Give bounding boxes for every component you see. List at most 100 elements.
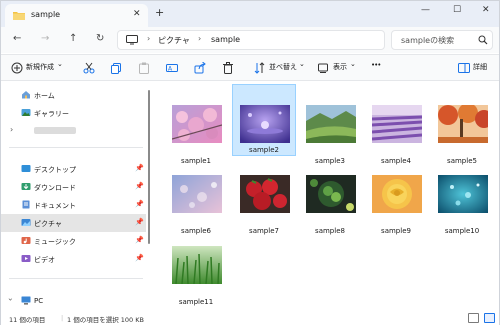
file-name: sample3 bbox=[315, 157, 345, 165]
sidebar-item-onedrive[interactable]: › bbox=[1, 122, 146, 140]
file-name: sample6 bbox=[181, 227, 211, 235]
copy-icon[interactable] bbox=[110, 62, 122, 74]
divider bbox=[9, 278, 143, 279]
details-pane-icon bbox=[458, 63, 470, 73]
large-icons-view-button[interactable] bbox=[484, 313, 495, 323]
sidebar-item-documents[interactable]: ドキュメント 📌 bbox=[1, 196, 146, 214]
file-item-sample9[interactable]: sample9 bbox=[364, 167, 428, 239]
sidebar-scrollbar[interactable] bbox=[148, 90, 150, 244]
cut-icon[interactable] bbox=[83, 62, 95, 74]
file-name: sample11 bbox=[178, 298, 214, 306]
thumbnail-image bbox=[372, 175, 422, 213]
file-item-sample11[interactable]: sample11 bbox=[164, 238, 228, 310]
desktop-folder-icon bbox=[21, 165, 31, 172]
thumbnail-image bbox=[306, 175, 356, 213]
up-button[interactable]: ↑ bbox=[69, 33, 77, 44]
breadcrumb-sample[interactable]: sample bbox=[211, 35, 240, 44]
sidebar-item-label: PC bbox=[34, 297, 44, 305]
sidebar-item-desktop[interactable]: デスクトップ 📌 bbox=[1, 160, 146, 178]
minimize-button[interactable]: — bbox=[421, 5, 430, 15]
rename-icon[interactable]: A bbox=[166, 62, 178, 74]
monitor-icon bbox=[126, 35, 138, 45]
new-button[interactable]: 新規作成 bbox=[26, 62, 54, 72]
navigation-bar: ← → ↑ ↻ › ピクチャ › sample sampleの検索 bbox=[1, 27, 499, 53]
folder-icon bbox=[13, 12, 25, 20]
file-item-sample6[interactable]: sample6 bbox=[164, 167, 228, 239]
file-item-sample5[interactable]: sample5 bbox=[430, 97, 494, 169]
thumbnail-image bbox=[240, 105, 290, 143]
refresh-button[interactable]: ↻ bbox=[96, 33, 104, 44]
file-name: sample4 bbox=[381, 157, 411, 165]
view-button[interactable]: 表示 bbox=[333, 62, 347, 72]
search-box[interactable]: sampleの検索 bbox=[391, 30, 493, 50]
blurred-account-label bbox=[34, 127, 76, 134]
chevron-right-icon[interactable]: › bbox=[10, 125, 13, 134]
item-count: 11 個の項目 bbox=[9, 316, 46, 324]
file-explorer-window: sample ✕ + — ☐ ✕ ← → ↑ ↻ › ピクチャ › sample… bbox=[0, 0, 500, 325]
share-icon[interactable] bbox=[194, 62, 206, 74]
tab-sample[interactable]: sample ✕ bbox=[5, 4, 148, 27]
file-list: sample1 sample2 sample3 sample4 sample5 … bbox=[152, 82, 499, 312]
breadcrumb-pictures[interactable]: ピクチャ bbox=[158, 35, 190, 46]
search-input[interactable]: sampleの検索 bbox=[401, 35, 454, 46]
file-item-sample4[interactable]: sample4 bbox=[364, 97, 428, 169]
sidebar-item-label: ミュージック bbox=[34, 238, 76, 246]
selection-info: 1 個の項目を選択 100 KB bbox=[67, 316, 144, 324]
delete-icon[interactable] bbox=[222, 62, 234, 74]
chevron-down-icon[interactable]: ⌄ bbox=[350, 60, 356, 68]
sidebar-item-music[interactable]: ミュージック 📌 bbox=[1, 232, 146, 250]
thumbnail-image bbox=[172, 175, 222, 213]
maximize-button[interactable]: ☐ bbox=[453, 5, 461, 15]
home-icon bbox=[22, 91, 30, 99]
sidebar-item-label: ドキュメント bbox=[34, 202, 76, 210]
sort-icon bbox=[254, 62, 265, 74]
thumbnail-image bbox=[240, 175, 290, 213]
details-view-button[interactable] bbox=[468, 313, 479, 323]
chevron-down-icon[interactable]: ⌄ bbox=[57, 60, 63, 68]
new-tab-button[interactable]: + bbox=[155, 6, 164, 19]
details-button[interactable]: 詳細 bbox=[473, 62, 487, 72]
sidebar-item-downloads[interactable]: ダウンロード 📌 bbox=[1, 178, 146, 196]
navigation-pane: ホーム ギャラリー › デスクトップ 📌 ダウンロード 📌 ドキュメント 📌 ピ… bbox=[1, 82, 151, 312]
pin-icon: 📌 bbox=[135, 164, 144, 172]
forward-button[interactable]: → bbox=[41, 33, 49, 44]
more-options-button[interactable]: ••• bbox=[371, 61, 381, 69]
pin-icon: 📌 bbox=[135, 182, 144, 190]
back-button[interactable]: ← bbox=[13, 33, 21, 44]
chevron-down-icon[interactable]: › bbox=[6, 298, 15, 301]
thumbnail-image bbox=[172, 246, 222, 284]
file-item-sample8[interactable]: sample8 bbox=[298, 167, 362, 239]
download-folder-icon bbox=[21, 183, 31, 190]
file-item-sample1[interactable]: sample1 bbox=[164, 97, 228, 169]
sidebar-item-home[interactable]: ホーム bbox=[1, 86, 146, 104]
file-item-sample10[interactable]: sample10 bbox=[430, 167, 494, 239]
divider bbox=[9, 147, 143, 148]
search-icon bbox=[478, 35, 488, 45]
thumbnail-image bbox=[306, 105, 356, 143]
pin-icon: 📌 bbox=[135, 254, 144, 262]
chevron-down-icon[interactable]: ⌄ bbox=[299, 60, 305, 68]
sidebar-item-pc[interactable]: › PC bbox=[1, 292, 146, 310]
breadcrumb-separator: › bbox=[147, 34, 151, 43]
thumbnail-image bbox=[372, 105, 422, 143]
new-icon bbox=[11, 62, 23, 74]
tab-close-icon[interactable]: ✕ bbox=[133, 9, 141, 19]
pin-icon: 📌 bbox=[135, 218, 144, 226]
sidebar-item-videos[interactable]: ビデオ 📌 bbox=[1, 250, 146, 268]
sidebar-item-pictures[interactable]: ピクチャ 📌 bbox=[1, 214, 146, 232]
file-item-sample7[interactable]: sample7 bbox=[232, 167, 296, 239]
sidebar-item-label: デスクトップ bbox=[34, 166, 76, 174]
address-bar[interactable]: › ピクチャ › sample bbox=[117, 30, 385, 50]
sidebar-item-gallery[interactable]: ギャラリー bbox=[1, 104, 146, 122]
file-item-sample3[interactable]: sample3 bbox=[298, 97, 362, 169]
file-item-sample2[interactable]: sample2 bbox=[232, 84, 296, 156]
paste-icon[interactable] bbox=[138, 62, 150, 74]
videos-folder-icon bbox=[21, 255, 31, 262]
thumbnail-image bbox=[438, 175, 488, 213]
close-window-button[interactable]: ✕ bbox=[482, 5, 490, 15]
command-bar: 新規作成 ⌄ A 並べ替え ⌄ 表示 ⌄ ••• 詳細 bbox=[1, 54, 499, 81]
file-name: sample8 bbox=[315, 227, 345, 235]
file-name: sample2 bbox=[249, 146, 279, 154]
thumbnail-image bbox=[172, 105, 222, 143]
sort-button[interactable]: 並べ替え bbox=[269, 62, 297, 72]
